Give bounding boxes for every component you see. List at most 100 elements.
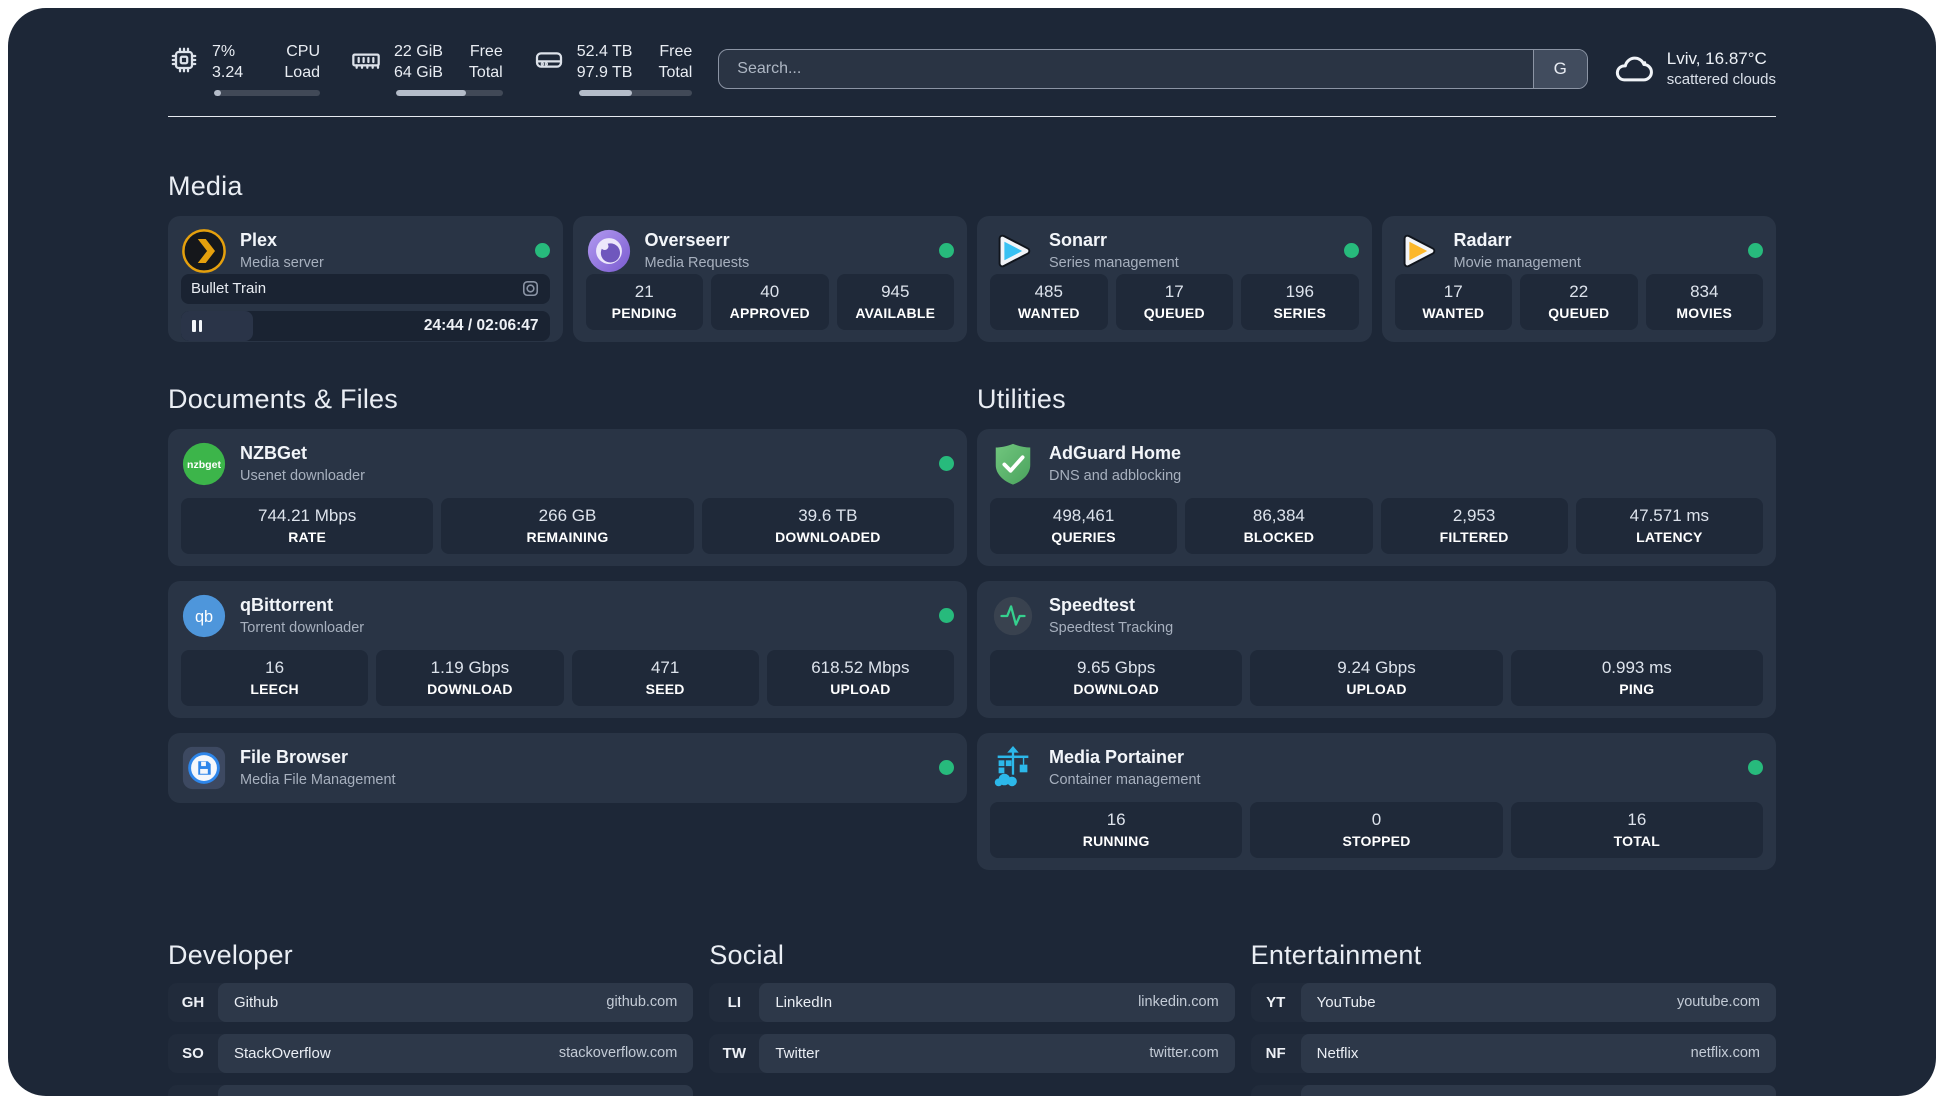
plex-icon <box>181 228 227 274</box>
speedtest-stats: 9.65 Gbps DOWNLOAD 9.24 Gbps UPLOAD 0.993 … <box>990 649 1763 706</box>
bookmark-url: github.com <box>606 994 678 1011</box>
stat-value: 834 <box>1690 281 1719 301</box>
stat-blocked: 86,384 BLOCKED <box>1185 497 1373 554</box>
weather-widget: Lviv, 16.87°C scattered clouds <box>1614 49 1776 89</box>
section-title-entertainment: Entertainment <box>1250 939 1422 970</box>
app-name: qBittorrent <box>240 595 333 616</box>
stat-value: 485 <box>1034 281 1063 301</box>
portainer-app-link[interactable]: Media Portainer Container management <box>990 745 1763 791</box>
app-name: Overseerr <box>644 230 730 251</box>
session-camera-icon[interactable] <box>521 279 540 298</box>
stat-label: LATENCY <box>1636 528 1703 545</box>
disk-total: 97.9 TB <box>576 63 633 81</box>
stat-value: 2,953 <box>1452 505 1496 525</box>
stat-upload: 9.24 Gbps UPLOAD <box>1250 649 1503 706</box>
radarr-icon <box>1395 228 1441 274</box>
bookmark-github[interactable]: GH Github github.com <box>168 982 694 1022</box>
app-desc: Speedtest Tracking <box>1049 619 1174 636</box>
sonarr-stats: 485 WANTED 17 QUEUED 196 SERIES <box>990 273 1359 330</box>
app-desc: Media Requests <box>644 254 750 271</box>
speedtest-card: Speedtest Speedtest Tracking 9.65 Gbps DO… <box>977 580 1776 718</box>
stat-value: 47.571 ms <box>1629 505 1710 525</box>
now-playing-row: Bullet Train <box>181 273 550 304</box>
disk-free: 52.4 TB <box>576 43 633 60</box>
bookmark-pill: LinkedIn linkedin.com <box>759 982 1235 1022</box>
stat-label: PING <box>1619 680 1655 697</box>
stat-value: 9.65 Gbps <box>1076 657 1156 677</box>
bookmark-pill: YouTube youtube.com <box>1300 982 1776 1022</box>
bookmark-url: twitter.com <box>1149 1045 1219 1062</box>
app-desc: Media server <box>240 254 324 271</box>
app-desc: Media File Management <box>240 771 396 788</box>
stat-value: 498,461 <box>1052 505 1115 525</box>
status-online-dot <box>939 760 954 776</box>
cpu-progress-bar <box>214 89 320 96</box>
portainer-stats: 16 RUNNING 0 STOPPED 16 TOTAL <box>990 801 1763 858</box>
bookmark-linkedin[interactable]: LI LinkedIn linkedin.com <box>709 982 1235 1022</box>
bookmark-pill: DEV dev.to <box>218 1084 694 1096</box>
bookmark-pill: StackOverflow stackoverflow.com <box>218 1033 694 1073</box>
bookmark-name: Netflix <box>1316 1044 1359 1062</box>
nzbget-app-link[interactable]: nzbget NZBGet Usenet downloader <box>181 441 954 487</box>
search-bar: G <box>718 48 1588 89</box>
app-desc: Usenet downloader <box>240 467 365 484</box>
nzbget-icon: nzbget <box>181 441 227 487</box>
section-documents: Documents & Files nzbget NZBGet Usenet d… <box>168 384 967 870</box>
stat-queries: 498,461 QUERIES <box>990 497 1178 554</box>
status-online-dot <box>1343 243 1359 259</box>
filebrowser-card: File Browser Media File Management <box>168 732 967 803</box>
qbittorrent-app-link[interactable]: qb qBittorrent Torrent downloader <box>181 593 954 639</box>
plex-app-link[interactable]: Plex Media server <box>181 228 550 274</box>
sonarr-app-link[interactable]: Sonarr Series management <box>990 228 1359 274</box>
stat-ping: 0.993 ms PING <box>1510 649 1763 706</box>
radarr-app-link[interactable]: Radarr Movie management <box>1395 228 1763 274</box>
disk-stat: 52.4 TB 97.9 TB Free Total <box>533 42 693 96</box>
stat-value: 40 <box>760 281 780 301</box>
section-utilities: Utilities AdGuard Home DNS and adblockin… <box>977 384 1776 870</box>
stat-seed: 471 SEED <box>571 649 759 706</box>
cpu-icon <box>171 47 197 73</box>
now-playing-title: Bullet Train <box>191 280 267 298</box>
portainer-icon <box>990 745 1036 791</box>
bookmark-tag: LI <box>727 993 741 1011</box>
bookmark-url: linkedin.com <box>1138 994 1219 1011</box>
sonarr-icon <box>990 228 1036 274</box>
bookmark-twitter[interactable]: TW Twitter twitter.com <box>709 1033 1235 1073</box>
radarr-stats: 17 WANTED 22 QUEUED 834 MOVIES <box>1394 273 1763 330</box>
stat-pending: 21 PENDING <box>585 273 703 330</box>
speedtest-app-link[interactable]: Speedtest Speedtest Tracking <box>990 593 1763 639</box>
status-online-dot <box>939 608 954 624</box>
bookmark-stackoverflow[interactable]: SO StackOverflow stackoverflow.com <box>168 1033 694 1073</box>
bookmark-netflix[interactable]: NF Netflix netflix.com <box>1250 1033 1776 1073</box>
plex-now-playing: Bullet Train 24:44 / 02:06:47 <box>181 273 550 341</box>
stat-label: LEECH <box>250 680 299 697</box>
app-desc: DNS and adblocking <box>1049 467 1182 484</box>
stat-leech: 16 LEECH <box>181 649 369 706</box>
bookmark-reddit[interactable]: RE Reddit reddit.com <box>1250 1084 1776 1097</box>
stat-label: DOWNLOAD <box>1073 680 1159 697</box>
stat-label: SEED <box>645 680 685 697</box>
adguard-stats: 498,461 QUERIES 86,384 BLOCKED 2,953 FILTER… <box>990 497 1763 554</box>
bookmark-tag: RE <box>1251 1085 1301 1097</box>
bookmark-name: YouTube <box>1316 993 1376 1011</box>
filebrowser-app-link[interactable]: File Browser Media File Management <box>181 745 954 791</box>
section-title-documents: Documents & Files <box>168 383 398 414</box>
portainer-card: Media Portainer Container management 16 R… <box>977 732 1776 870</box>
stat-label: UPLOAD <box>1346 680 1407 697</box>
status-online-dot <box>1748 760 1763 776</box>
overseerr-app-link[interactable]: Overseerr Media Requests <box>586 228 954 274</box>
bookmark-pill: Github github.com <box>218 982 694 1022</box>
section-title-social: Social <box>709 939 785 970</box>
stat-label: TOTAL <box>1613 832 1660 849</box>
bookmark-youtube[interactable]: YT YouTube youtube.com <box>1250 982 1776 1022</box>
stat-label: DOWNLOADED <box>775 528 881 545</box>
bookmark-pill: Reddit reddit.com <box>1300 1084 1776 1096</box>
overseerr-card: Overseerr Media Requests 21 PENDING 40 APP… <box>572 215 967 342</box>
bookmark-url: netflix.com <box>1690 1045 1760 1062</box>
stat-value: 618.52 Mbps <box>811 657 910 677</box>
bookmark-dev[interactable]: DT DEV dev.to <box>168 1084 694 1096</box>
search-input[interactable] <box>719 59 1533 78</box>
adguard-app-link[interactable]: AdGuard Home DNS and adblocking <box>990 441 1763 487</box>
cpu-label-1: CPU <box>286 43 320 60</box>
search-engine-button[interactable]: G <box>1532 49 1587 88</box>
